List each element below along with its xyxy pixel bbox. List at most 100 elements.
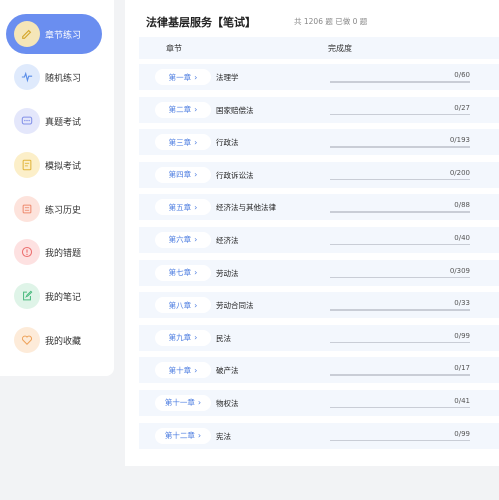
progress-bar — [330, 113, 470, 116]
chapter-button[interactable]: 第九章 › — [155, 329, 211, 346]
progress-count: 0/99 — [454, 429, 470, 438]
progress-bar — [330, 341, 470, 344]
progress-count: 0/33 — [454, 299, 470, 308]
chevron-right-icon: › — [194, 365, 198, 375]
chapter-button[interactable]: 第十二章 › — [155, 427, 211, 444]
chat-icon — [14, 108, 40, 134]
note-icon — [14, 283, 40, 309]
chapter-row[interactable]: 第五章 › 经济法与其他法律 0/88 — [139, 194, 499, 221]
chapter-name: 法理学 — [216, 73, 239, 82]
chapter-row[interactable]: 第十二章 › 宪法 0/99 — [139, 422, 499, 449]
chevron-right-icon: › — [194, 268, 198, 278]
sidebar-item-label: 随机练习 — [45, 73, 82, 84]
progress-bar — [330, 178, 470, 181]
chevron-right-icon: › — [194, 105, 198, 115]
chapter-button[interactable]: 第八章 › — [155, 297, 211, 314]
chevron-right-icon: › — [194, 300, 198, 310]
chapter-row[interactable]: 第十一章 › 物权法 0/41 — [139, 389, 499, 416]
chevron-right-icon: › — [194, 137, 198, 147]
alert-icon — [14, 239, 40, 265]
progress-bar — [330, 81, 470, 83]
progress-bar — [330, 374, 470, 376]
chapter-button[interactable]: 第七章 › — [155, 264, 211, 281]
chevron-right-icon: › — [194, 72, 198, 82]
chapter-number: 第八章 — [168, 300, 192, 310]
pulse-icon — [14, 64, 40, 90]
chapter-name: 国家赔偿法 — [216, 105, 254, 115]
sidebar: 章节练习随机练习真题考试模拟考试练习历史我的错题我的笔记我的收藏 — [0, 0, 114, 376]
sidebar-item-label: 我的错题 — [45, 248, 82, 259]
sidebar-item-3[interactable]: 真题考试 — [6, 101, 102, 141]
sidebar-item-1[interactable]: 章节练习 — [6, 14, 102, 54]
chapter-button[interactable]: 第六章 › — [155, 231, 211, 248]
chapter-number: 第四章 — [168, 170, 192, 180]
progress-bar — [330, 276, 470, 279]
chapter-row[interactable]: 第四章 › 行政诉讼法 0/200 — [139, 161, 499, 188]
sidebar-item-5[interactable]: 练习历史 — [6, 189, 102, 229]
chapter-name: 物权法 — [216, 398, 239, 408]
progress-count: 0/200 — [449, 168, 470, 177]
main-panel: 法律基层服务【笔试】 共 1206 题 已做 0 题 章节 完成度 第一章 › 法理… — [125, 0, 499, 466]
table-header: 章节 完成度 — [139, 37, 499, 59]
progress-count: 0/88 — [454, 201, 470, 210]
progress-count: 0/27 — [454, 103, 470, 112]
chapter-row[interactable]: 第十章 › 破产法 0/17 — [139, 357, 499, 384]
chapter-row[interactable]: 第三章 › 行政法 0/193 — [139, 129, 499, 156]
chevron-right-icon: › — [197, 398, 202, 408]
sidebar-item-label: 练习历史 — [45, 205, 82, 216]
chapter-row[interactable]: 第二章 › 国家赔偿法 0/27 — [139, 96, 499, 123]
column-header-progress: 完成度 — [328, 44, 352, 53]
progress-count: 0/17 — [454, 364, 470, 373]
chapter-name: 劳动法 — [216, 268, 239, 278]
sidebar-item-label: 我的收藏 — [45, 336, 82, 347]
chapter-button[interactable]: 第四章 › — [155, 166, 211, 183]
chapter-button[interactable]: 第二章 › — [155, 101, 211, 118]
chapter-row[interactable]: 第一章 › 法理学 0/60 — [139, 64, 499, 90]
chapter-button[interactable]: 第一章 › — [155, 69, 211, 85]
chapter-name: 破产法 — [216, 366, 239, 376]
progress-count: 0/99 — [454, 331, 470, 340]
chapter-row[interactable]: 第六章 › 经济法 0/40 — [139, 226, 499, 253]
chevron-right-icon: › — [197, 431, 202, 441]
sidebar-item-label: 模拟考试 — [45, 161, 82, 172]
chevron-right-icon: › — [194, 202, 198, 212]
progress-bar — [330, 406, 470, 409]
chapter-button[interactable]: 第十一章 › — [155, 394, 211, 411]
progress-bar — [330, 309, 470, 311]
progress-count: 0/193 — [449, 136, 470, 145]
chapter-button[interactable]: 第十章 › — [155, 362, 211, 379]
progress-bar — [330, 243, 470, 246]
chapter-button[interactable]: 第三章 › — [155, 134, 211, 151]
sidebar-item-2[interactable]: 随机练习 — [6, 57, 102, 97]
sidebar-item-label: 我的笔记 — [45, 292, 82, 303]
chapter-name: 行政法 — [216, 138, 239, 148]
column-header-chapter: 章节 — [166, 44, 182, 53]
chapter-row[interactable]: 第九章 › 民法 0/99 — [139, 324, 499, 351]
chapter-row[interactable]: 第七章 › 劳动法 0/309 — [139, 259, 499, 286]
chevron-right-icon: › — [194, 333, 198, 343]
chapter-number: 第十二章 — [164, 431, 195, 441]
progress-bar — [330, 146, 470, 148]
chapter-name: 宪法 — [216, 431, 231, 441]
chapter-number: 第九章 — [168, 333, 192, 343]
chevron-right-icon: › — [194, 235, 198, 245]
sidebar-item-label: 章节练习 — [45, 30, 82, 41]
progress-count: 0/40 — [454, 233, 470, 242]
heart-icon — [14, 327, 40, 353]
page-title: 法律基层服务【笔试】 — [146, 16, 256, 29]
chapter-row[interactable]: 第八章 › 劳动合同法 0/33 — [139, 292, 499, 319]
chapter-number: 第十一章 — [164, 398, 195, 408]
progress-bar — [330, 439, 470, 442]
chapter-name: 经济法与其他法律 — [216, 203, 276, 213]
sidebar-item-label: 真题考试 — [45, 117, 82, 128]
sidebar-item-4[interactable]: 模拟考试 — [6, 145, 102, 185]
document-icon — [14, 152, 40, 178]
sidebar-item-6[interactable]: 我的错题 — [6, 232, 102, 272]
sidebar-item-7[interactable]: 我的笔记 — [6, 276, 102, 316]
chapter-number: 第七章 — [168, 268, 192, 278]
chapter-number: 第一章 — [168, 72, 192, 82]
sidebar-item-8[interactable]: 我的收藏 — [6, 320, 102, 360]
chevron-right-icon: › — [194, 170, 198, 180]
chapter-list: 第一章 › 法理学 0/60 第二章 › 国家赔偿法 0/27 第三章 › 行政法 0/193 第四章 ›… — [139, 64, 499, 455]
chapter-button[interactable]: 第五章 › — [155, 199, 211, 216]
